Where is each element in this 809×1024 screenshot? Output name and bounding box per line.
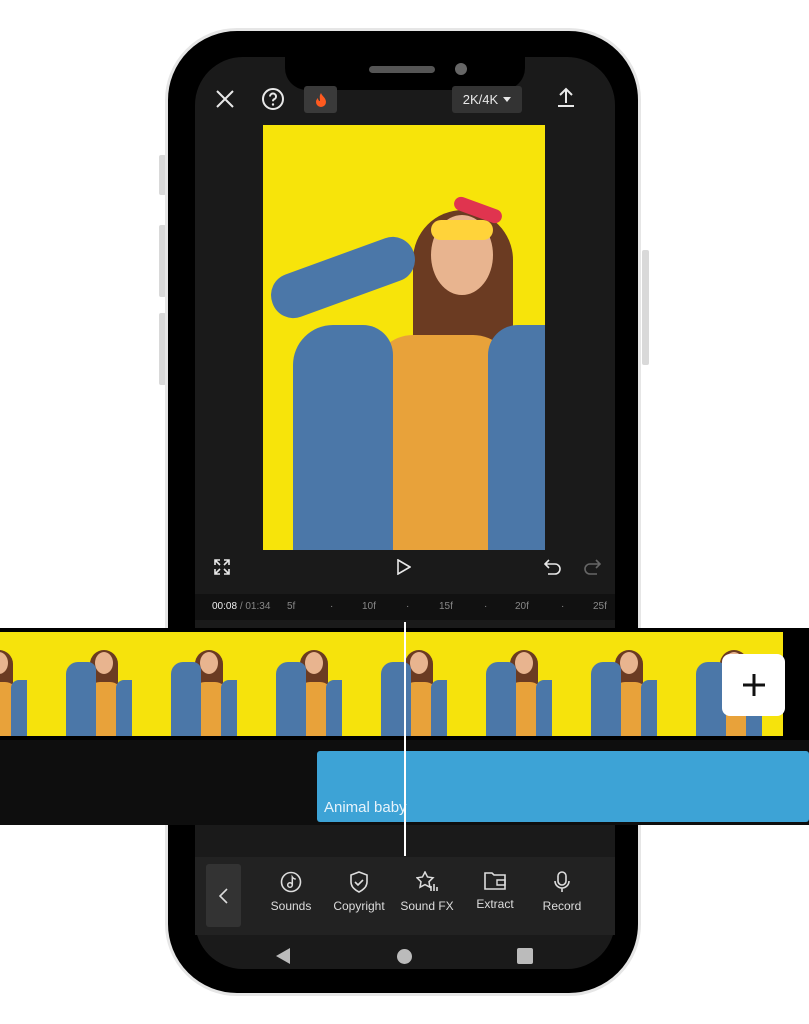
video-thumbnail (363, 632, 468, 736)
toolbar-item-sound-fx[interactable]: Sound FX (394, 871, 460, 913)
toolbar-label: Sound FX (400, 899, 454, 913)
time-ruler[interactable]: 00:08 / 01:34 5f · 10f · 15f · 20f · 25f (195, 594, 615, 620)
add-clip-button[interactable] (722, 654, 785, 716)
preview-person-glasses (431, 220, 493, 240)
video-preview[interactable] (263, 125, 545, 550)
time-separator: / (239, 601, 243, 612)
ruler-tick: 15f (439, 601, 453, 612)
quality-dropdown[interactable]: 2K/4K (452, 86, 522, 113)
toolbar-label: Sounds (270, 899, 312, 913)
toolbar-item-sounds[interactable]: Sounds (258, 871, 324, 913)
fire-icon (315, 92, 326, 107)
toolbar-label: Extract (476, 897, 514, 911)
play-icon[interactable] (394, 557, 414, 577)
ruler-tick: 5f (287, 601, 296, 612)
close-icon[interactable] (212, 86, 238, 112)
fullscreen-icon[interactable] (212, 557, 232, 577)
redo-icon[interactable] (582, 557, 602, 577)
toolbar-label: Record (542, 899, 582, 913)
phone-notch (285, 50, 525, 90)
nav-back-button[interactable] (276, 948, 290, 964)
speaker-grille (369, 66, 435, 73)
upload-icon[interactable] (554, 85, 578, 109)
phone-power-button (642, 250, 649, 365)
ruler-tick: 20f (515, 601, 529, 612)
video-thumbnail (468, 632, 573, 736)
ruler-tick: 10f (362, 601, 376, 612)
audio-clip-label: Animal baby (324, 799, 407, 816)
nav-recents-button[interactable] (517, 948, 533, 964)
current-time: 00:08 (212, 601, 238, 612)
playhead[interactable] (404, 622, 406, 856)
bottom-toolbar: Sounds Copyright Sound FX Extract Record (195, 857, 615, 935)
audio-clip[interactable]: Animal baby (317, 751, 809, 822)
preview-person-jacket-left (293, 325, 393, 550)
shield-check-icon (350, 871, 368, 893)
toolbar-item-copyright[interactable]: Copyright (326, 871, 392, 913)
video-thumbnail (48, 632, 153, 736)
music-note-icon (280, 871, 302, 893)
front-camera (455, 63, 467, 75)
plus-icon (742, 674, 765, 696)
chevron-down-icon (503, 97, 512, 102)
toolbar-label: Copyright (333, 899, 385, 913)
video-thumbnail (258, 632, 363, 736)
folder-icon (484, 872, 506, 890)
chevron-left-icon (219, 887, 228, 904)
toolbar-item-record[interactable]: Record (529, 871, 595, 913)
toolbar-item-extract[interactable]: Extract (462, 871, 528, 911)
back-button[interactable] (206, 864, 241, 927)
nav-home-button[interactable] (397, 949, 412, 964)
microphone-icon (554, 871, 570, 892)
preview-person-arm-left (264, 230, 422, 325)
video-thumbnail (153, 632, 258, 736)
total-time: 01:34 (245, 601, 271, 612)
video-thumbnail (0, 632, 48, 736)
video-thumbnail (573, 632, 678, 736)
quality-label: 2K/4K (462, 92, 499, 107)
star-sound-icon (416, 871, 438, 891)
preview-person-jacket-right (488, 325, 545, 550)
help-icon[interactable] (260, 86, 286, 112)
undo-icon[interactable] (543, 557, 563, 577)
ruler-tick: 25f (593, 601, 607, 612)
fire-button[interactable] (304, 86, 337, 113)
